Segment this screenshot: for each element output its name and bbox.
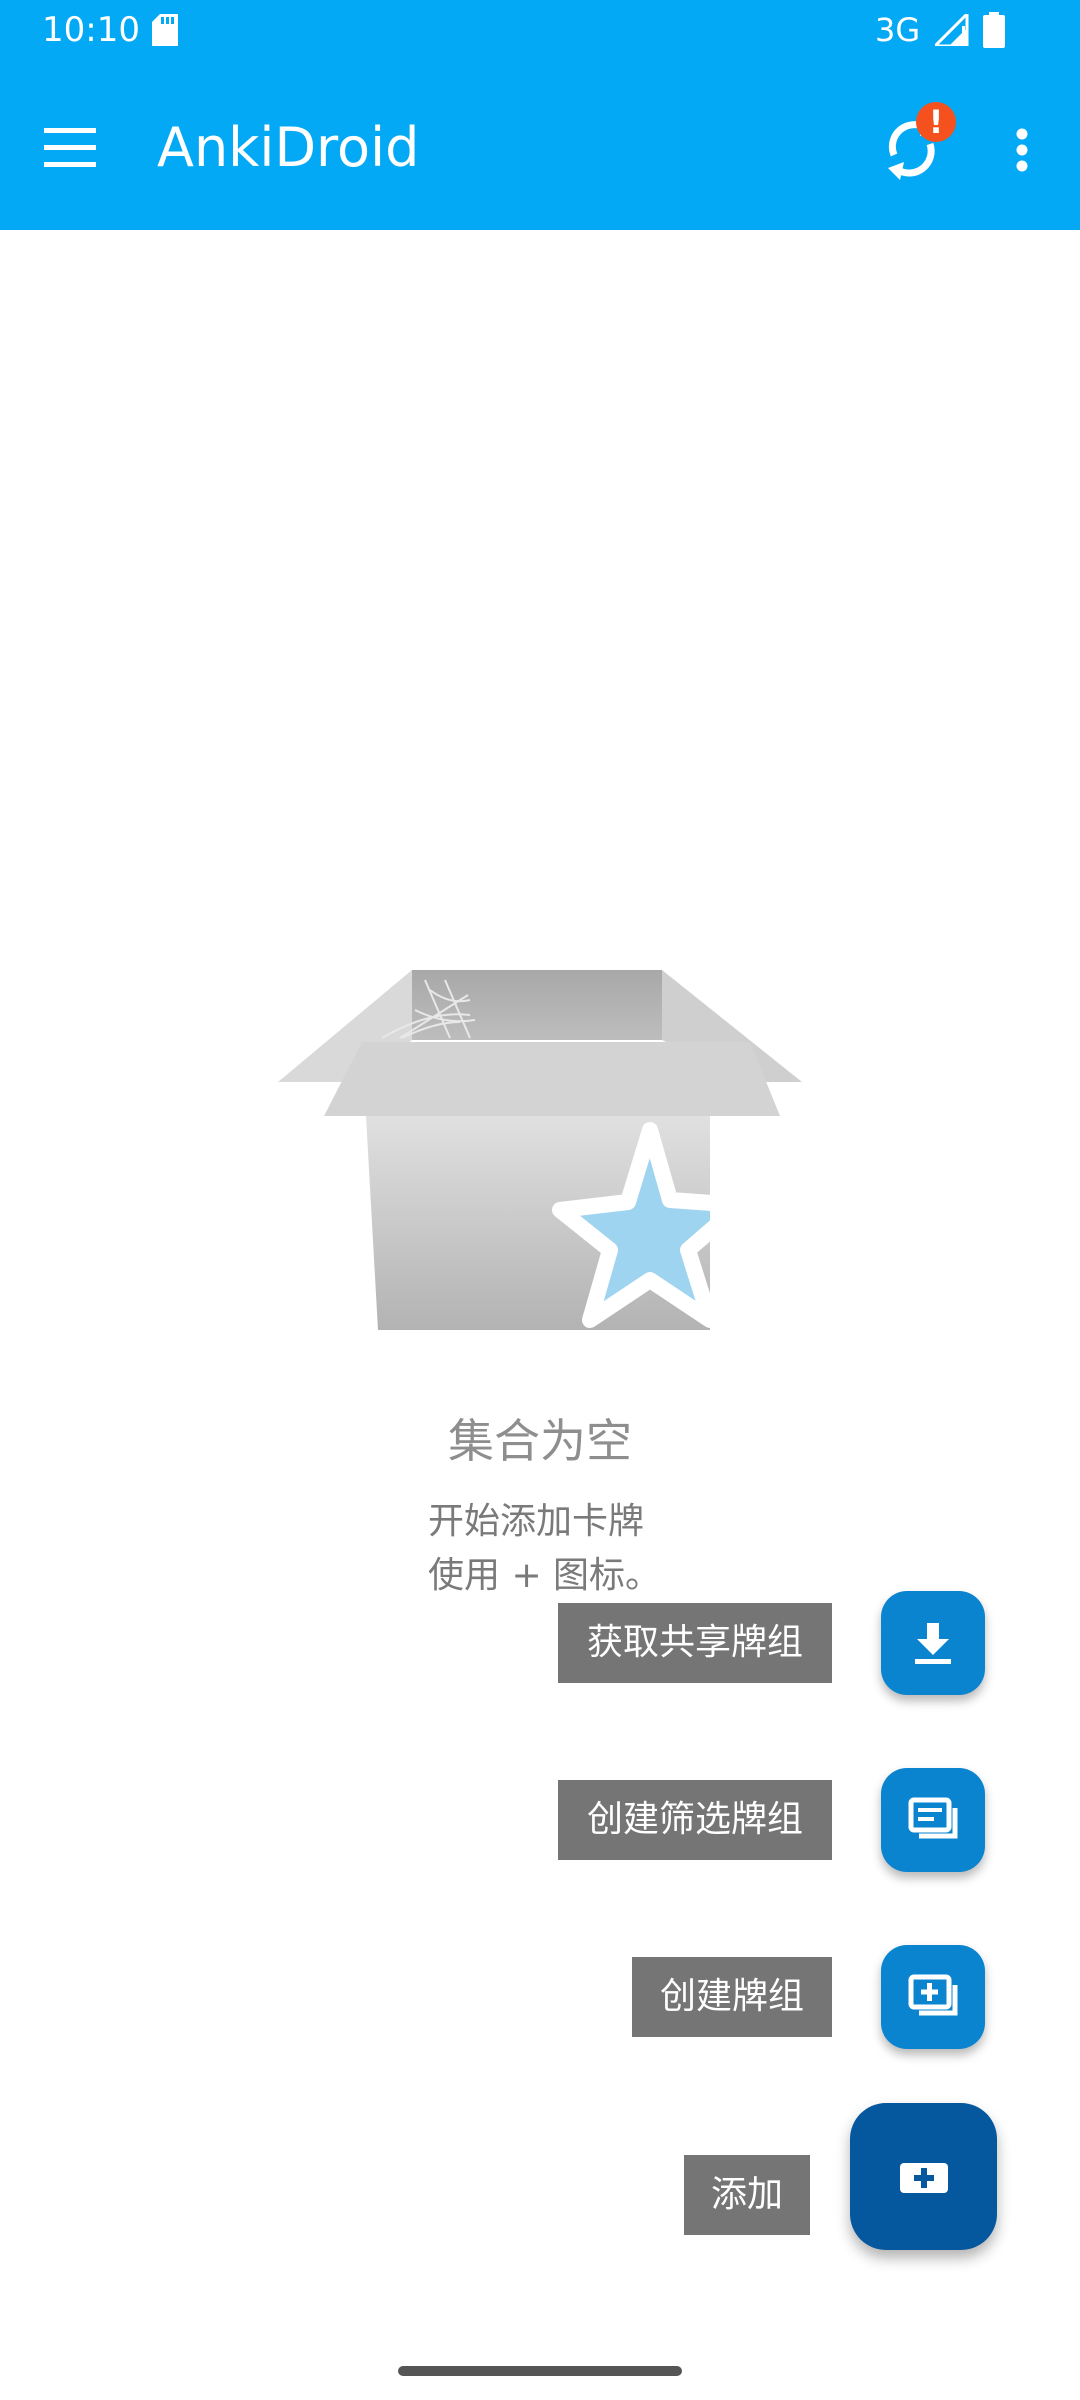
- sd-card-icon: [152, 14, 178, 50]
- menu-icon: [44, 128, 96, 167]
- empty-desc-line-1: 开始添加卡牌: [428, 1501, 645, 1542]
- app-bar: AnkiDroid !: [0, 60, 1080, 230]
- add-card-icon: [900, 2163, 948, 2193]
- get-shared-decks-label[interactable]: 获取共享牌组: [558, 1603, 832, 1683]
- download-icon: [915, 1623, 951, 1664]
- filtered-deck-icon: [908, 1797, 958, 1839]
- add-deck-icon: [908, 1974, 958, 2016]
- empty-box-illustration: [270, 960, 810, 1344]
- navigation-menu-button[interactable]: [30, 110, 114, 184]
- empty-collection-title: 集合为空: [448, 1414, 632, 1468]
- battery-icon: [983, 12, 1005, 52]
- app-title: AnkiDroid: [157, 116, 420, 179]
- home-indicator[interactable]: [398, 2366, 682, 2376]
- create-deck-button[interactable]: [881, 1945, 985, 2049]
- add-card-label[interactable]: 添加: [684, 2155, 810, 2235]
- more-vert-icon: [1016, 128, 1028, 172]
- signal-icon: [931, 10, 971, 50]
- sync-alert-badge: !: [928, 103, 944, 141]
- sync-icon: [888, 102, 956, 180]
- status-bar: 10:10 3G: [0, 0, 1080, 60]
- network-type: 3G: [875, 11, 921, 49]
- create-filtered-deck-label[interactable]: 创建筛选牌组: [558, 1780, 832, 1860]
- empty-collection-description: 开始添加卡牌 使用 + 图标。: [428, 1495, 661, 1603]
- empty-desc-line-2: 使用 + 图标。: [428, 1555, 662, 1596]
- sync-button[interactable]: !: [880, 100, 960, 190]
- add-card-button[interactable]: [850, 2103, 997, 2250]
- create-filtered-deck-button[interactable]: [881, 1768, 985, 1872]
- get-shared-decks-button[interactable]: [881, 1591, 985, 1695]
- status-time: 10:10: [42, 10, 140, 50]
- overflow-menu-button[interactable]: [1000, 110, 1045, 190]
- create-deck-label[interactable]: 创建牌组: [632, 1957, 832, 2037]
